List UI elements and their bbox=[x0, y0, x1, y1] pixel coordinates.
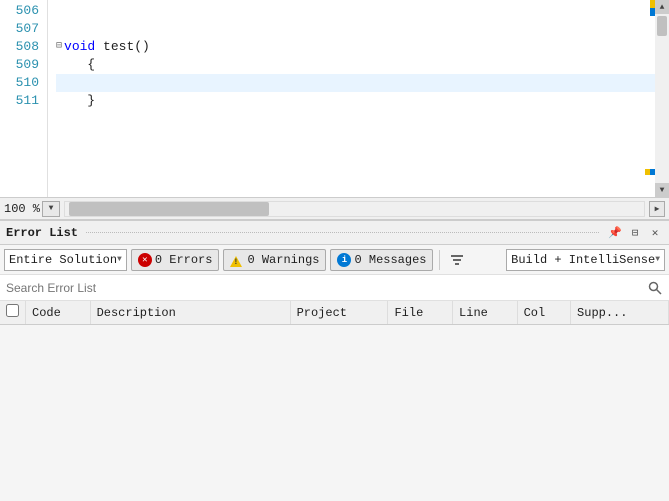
scroll-down-arrow[interactable]: ▼ bbox=[655, 183, 669, 197]
col-header-checkbox[interactable] bbox=[0, 301, 26, 325]
code-editor: 506 507 508 509 510 511 ⊟ void test() { bbox=[0, 0, 669, 198]
code-line-506 bbox=[56, 2, 669, 20]
warnings-button[interactable]: 0 Warnings bbox=[223, 249, 326, 271]
editor-vscrollbar[interactable]: ▲ ▼ bbox=[655, 0, 669, 197]
error-table-container: Code Description Project File Line bbox=[0, 301, 669, 325]
filter-button[interactable] bbox=[446, 249, 468, 271]
title-actions: 📌 ⊟ ✕ bbox=[607, 225, 663, 241]
float-button[interactable]: ⊟ bbox=[627, 225, 643, 241]
error-list-panel: Error List 📌 ⊟ ✕ Entire Solution ▼ ✕ 0 E… bbox=[0, 220, 669, 325]
hscroll-thumb[interactable] bbox=[69, 202, 269, 216]
table-header-row: Code Description Project File Line bbox=[0, 301, 669, 325]
select-all-checkbox[interactable] bbox=[6, 304, 19, 317]
scope-dropdown-arrow: ▼ bbox=[117, 255, 122, 264]
toolbar-sep-1 bbox=[439, 250, 440, 270]
zoom-dropdown[interactable]: ▼ bbox=[42, 201, 60, 217]
line-num-509: 509 bbox=[4, 56, 39, 74]
zoom-level: 100 % bbox=[4, 202, 40, 216]
code-line-509: { bbox=[56, 56, 669, 74]
line-num-506: 506 bbox=[4, 2, 39, 20]
editor-indicator bbox=[650, 0, 655, 16]
col-header-project[interactable]: Project bbox=[290, 301, 388, 325]
indicator-yellow bbox=[650, 0, 655, 8]
warning-icon bbox=[230, 253, 244, 267]
search-input[interactable] bbox=[6, 281, 647, 295]
line-num-507: 507 bbox=[4, 20, 39, 38]
close-panel-button[interactable]: ✕ bbox=[647, 225, 663, 241]
info-icon: i bbox=[337, 253, 351, 267]
code-line-507 bbox=[56, 20, 669, 38]
col-header-suppression[interactable]: Supp... bbox=[571, 301, 669, 325]
code-line-510 bbox=[56, 74, 669, 92]
bottom-indicator bbox=[645, 169, 655, 175]
error-list-titlebar: Error List 📌 ⊟ ✕ bbox=[0, 221, 669, 245]
scroll-thumb[interactable] bbox=[657, 16, 667, 36]
col-header-col[interactable]: Col bbox=[517, 301, 570, 325]
indicator-blue bbox=[650, 8, 655, 16]
errors-button[interactable]: ✕ 0 Errors bbox=[131, 249, 220, 271]
error-list-toolbar: Entire Solution ▼ ✕ 0 Errors 0 Warnings … bbox=[0, 245, 669, 275]
filter-icon bbox=[450, 253, 464, 267]
hscroll-right-arrow[interactable]: ▶ bbox=[649, 201, 665, 217]
scroll-up-arrow[interactable]: ▲ bbox=[655, 0, 669, 14]
bottom-indicator-blue bbox=[650, 169, 655, 175]
col-header-code[interactable]: Code bbox=[26, 301, 91, 325]
horizontal-scrollbar[interactable] bbox=[64, 201, 645, 217]
col-header-file[interactable]: File bbox=[388, 301, 453, 325]
build-dropdown[interactable]: Build + IntelliSense ▼ bbox=[506, 249, 665, 271]
line-num-508: 508 bbox=[4, 38, 39, 56]
error-table: Code Description Project File Line bbox=[0, 301, 669, 325]
title-separator bbox=[86, 232, 599, 233]
search-icon-button[interactable] bbox=[647, 280, 663, 296]
scope-dropdown[interactable]: Entire Solution ▼ bbox=[4, 249, 127, 271]
pin-button[interactable]: 📌 bbox=[607, 225, 623, 241]
code-line-508: ⊟ void test() bbox=[56, 38, 669, 56]
search-icon bbox=[648, 281, 662, 295]
build-dropdown-arrow: ▼ bbox=[655, 255, 660, 264]
line-num-511: 511 bbox=[4, 92, 39, 110]
code-line-511: } bbox=[56, 92, 669, 110]
col-header-description[interactable]: Description bbox=[90, 301, 290, 325]
col-header-line[interactable]: Line bbox=[453, 301, 518, 325]
messages-button[interactable]: i 0 Messages bbox=[330, 249, 433, 271]
line-numbers: 506 507 508 509 510 511 bbox=[0, 0, 48, 197]
code-content[interactable]: ⊟ void test() { } bbox=[48, 0, 669, 197]
error-list-title: Error List bbox=[6, 226, 78, 240]
error-icon: ✕ bbox=[138, 253, 152, 267]
line-num-510: 510 bbox=[4, 74, 39, 92]
search-bar bbox=[0, 275, 669, 301]
scroll-track[interactable] bbox=[655, 14, 669, 183]
zoom-bar: 100 % ▼ ▶ bbox=[0, 198, 669, 220]
collapse-icon-508[interactable]: ⊟ bbox=[56, 38, 62, 56]
